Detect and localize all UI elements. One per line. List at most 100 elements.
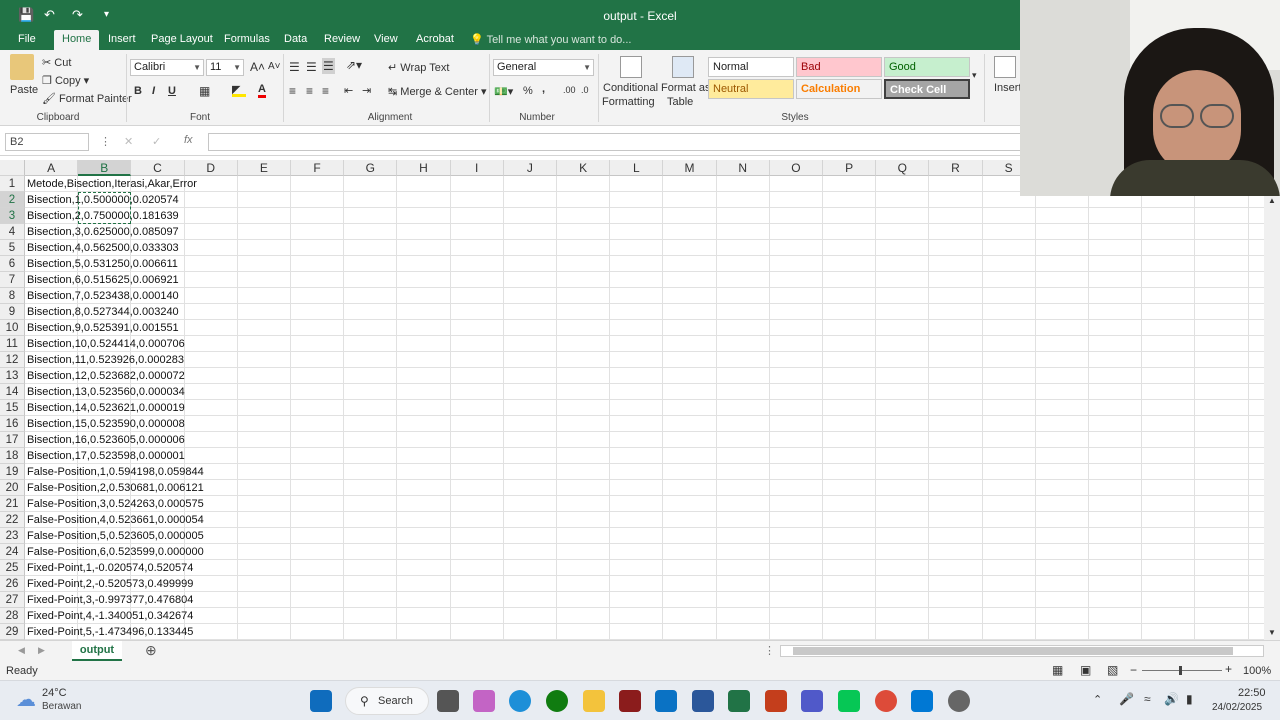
enter-icon[interactable]: ✓	[152, 135, 161, 148]
row-header-28[interactable]: 28	[0, 608, 25, 624]
cell-a9[interactable]: Bisection,8,0.527344,0.003240	[27, 304, 179, 320]
row-header-15[interactable]: 15	[0, 400, 25, 416]
scroll-down-icon[interactable]: ▼	[1268, 628, 1276, 637]
windows-start-icon[interactable]	[310, 690, 332, 712]
paste-icon[interactable]	[10, 54, 34, 80]
cell-a22[interactable]: False-Position,4,0.523661,0.000054	[27, 512, 204, 528]
style-good[interactable]: Good	[884, 57, 970, 77]
zoom-slider-thumb[interactable]	[1179, 666, 1182, 675]
horizontal-scroll-thumb[interactable]	[793, 647, 1233, 655]
decrease-font-icon[interactable]: A˅	[268, 61, 281, 72]
column-header-h[interactable]: H	[397, 160, 451, 176]
obs-icon[interactable]	[948, 690, 970, 712]
column-header-i[interactable]: I	[450, 160, 504, 176]
row-header-10[interactable]: 10	[0, 320, 25, 336]
row-header-11[interactable]: 11	[0, 336, 25, 352]
increase-font-icon[interactable]: A˄	[250, 60, 265, 74]
page-layout-view-icon[interactable]: ▣	[1080, 663, 1091, 677]
line-icon[interactable]	[838, 690, 860, 712]
word-icon[interactable]	[692, 690, 714, 712]
file-explorer-icon[interactable]	[583, 690, 605, 712]
row-header-14[interactable]: 14	[0, 384, 25, 400]
row-header-9[interactable]: 9	[0, 304, 25, 320]
tab-file[interactable]: File	[10, 30, 44, 50]
cell-a26[interactable]: Fixed-Point,2,-0.520573,0.499999	[27, 576, 193, 592]
row-header-1[interactable]: 1	[0, 176, 25, 192]
cell-a17[interactable]: Bisection,16,0.523605,0.000006	[27, 432, 185, 448]
column-header-e[interactable]: E	[237, 160, 291, 176]
row-header-21[interactable]: 21	[0, 496, 25, 512]
align-center-icon[interactable]: ≡	[306, 84, 313, 98]
vertical-scrollbar[interactable]: ▲ ▼	[1264, 196, 1280, 640]
zoom-slider[interactable]	[1142, 670, 1222, 671]
cut-button[interactable]: ✂ Cut	[42, 56, 71, 69]
bold-button[interactable]: B	[134, 85, 142, 97]
weather-cloud-icon[interactable]: ☁	[16, 687, 36, 712]
row-header-26[interactable]: 26	[0, 576, 25, 592]
sheet-tab-output[interactable]: output	[72, 641, 122, 661]
font-color-icon[interactable]: A	[258, 83, 266, 98]
fill-color-icon[interactable]: ◤	[232, 83, 246, 97]
horizontal-scrollbar[interactable]	[780, 645, 1264, 657]
style-calculation[interactable]: Calculation	[796, 79, 882, 99]
clock-time[interactable]: 22:50	[1238, 687, 1266, 699]
more-options-icon[interactable]: ⋮	[100, 135, 111, 148]
cell-a19[interactable]: False-Position,1,0.594198,0.059844	[27, 464, 204, 480]
column-header-f[interactable]: F	[291, 160, 345, 176]
increase-indent-icon[interactable]: ⇥	[362, 84, 371, 97]
styles-more-icon[interactable]: ▾	[972, 70, 977, 81]
increase-decimal-icon[interactable]: .00	[563, 85, 576, 95]
paste-button[interactable]: Paste	[10, 84, 38, 96]
insert-cells-icon[interactable]	[994, 56, 1016, 78]
column-header-p[interactable]: P	[823, 160, 877, 176]
tab-page-layout[interactable]: Page Layout	[143, 30, 221, 50]
cell-a1[interactable]: Metode,Bisection,Iterasi,Akar,Error	[27, 176, 197, 192]
style-normal[interactable]: Normal	[708, 57, 794, 77]
align-top-icon[interactable]: ☰	[289, 60, 300, 74]
microphone-icon[interactable]: 🎤	[1119, 692, 1134, 706]
next-sheet-icon[interactable]: ▶	[38, 645, 45, 656]
row-header-22[interactable]: 22	[0, 512, 25, 528]
align-left-icon[interactable]: ≡	[289, 84, 296, 98]
teams-icon[interactable]	[801, 690, 823, 712]
format-painter-button[interactable]: 🖌 Format Painter	[42, 92, 132, 105]
orientation-icon[interactable]: ⇗▾	[346, 58, 362, 72]
powerpoint-icon[interactable]	[765, 690, 787, 712]
excel-icon[interactable]	[728, 690, 750, 712]
row-header-4[interactable]: 4	[0, 224, 25, 240]
cell-a8[interactable]: Bisection,7,0.523438,0.000140	[27, 288, 179, 304]
align-middle-icon[interactable]: ☰	[306, 60, 317, 74]
cell-a24[interactable]: False-Position,6,0.523599,0.000000	[27, 544, 204, 560]
column-header-j[interactable]: J	[503, 160, 557, 176]
row-header-20[interactable]: 20	[0, 480, 25, 496]
style-check-cell[interactable]: Check Cell	[884, 79, 970, 99]
row-header-7[interactable]: 7	[0, 272, 25, 288]
volume-icon[interactable]: 🔊	[1164, 692, 1179, 706]
wifi-icon[interactable]: ≈	[1144, 692, 1151, 706]
number-format-select[interactable]: General ▼	[493, 59, 594, 76]
prev-sheet-icon[interactable]: ◀	[18, 645, 25, 656]
cell-a5[interactable]: Bisection,4,0.562500,0.033303	[27, 240, 179, 256]
tab-formulas[interactable]: Formulas	[216, 30, 278, 50]
cell-a4[interactable]: Bisection,3,0.625000,0.085097	[27, 224, 179, 240]
tab-home[interactable]: Home	[54, 30, 100, 50]
row-header-23[interactable]: 23	[0, 528, 25, 544]
scroll-up-icon[interactable]: ▲	[1268, 196, 1276, 205]
zoom-in-icon[interactable]: +	[1225, 662, 1232, 676]
task-view-icon[interactable]	[437, 690, 459, 712]
cell-a14[interactable]: Bisection,13,0.523560,0.000034	[27, 384, 185, 400]
xbox-icon[interactable]	[546, 690, 568, 712]
insert-function-button[interactable]: fx	[184, 134, 193, 146]
column-header-r[interactable]: R	[929, 160, 983, 176]
taskbar-search[interactable]: ⚲ Search	[345, 687, 429, 715]
align-right-icon[interactable]: ≡	[322, 84, 329, 98]
new-sheet-icon[interactable]: ⊕	[145, 642, 157, 659]
column-header-a[interactable]: A	[25, 160, 79, 176]
column-header-g[interactable]: G	[344, 160, 398, 176]
column-header-d[interactable]: D	[184, 160, 238, 176]
select-all-corner[interactable]	[0, 160, 25, 176]
italic-button[interactable]: I	[152, 85, 155, 97]
row-header-12[interactable]: 12	[0, 352, 25, 368]
tab-data[interactable]: Data	[276, 30, 315, 50]
conditional-formatting-icon[interactable]	[620, 56, 642, 78]
